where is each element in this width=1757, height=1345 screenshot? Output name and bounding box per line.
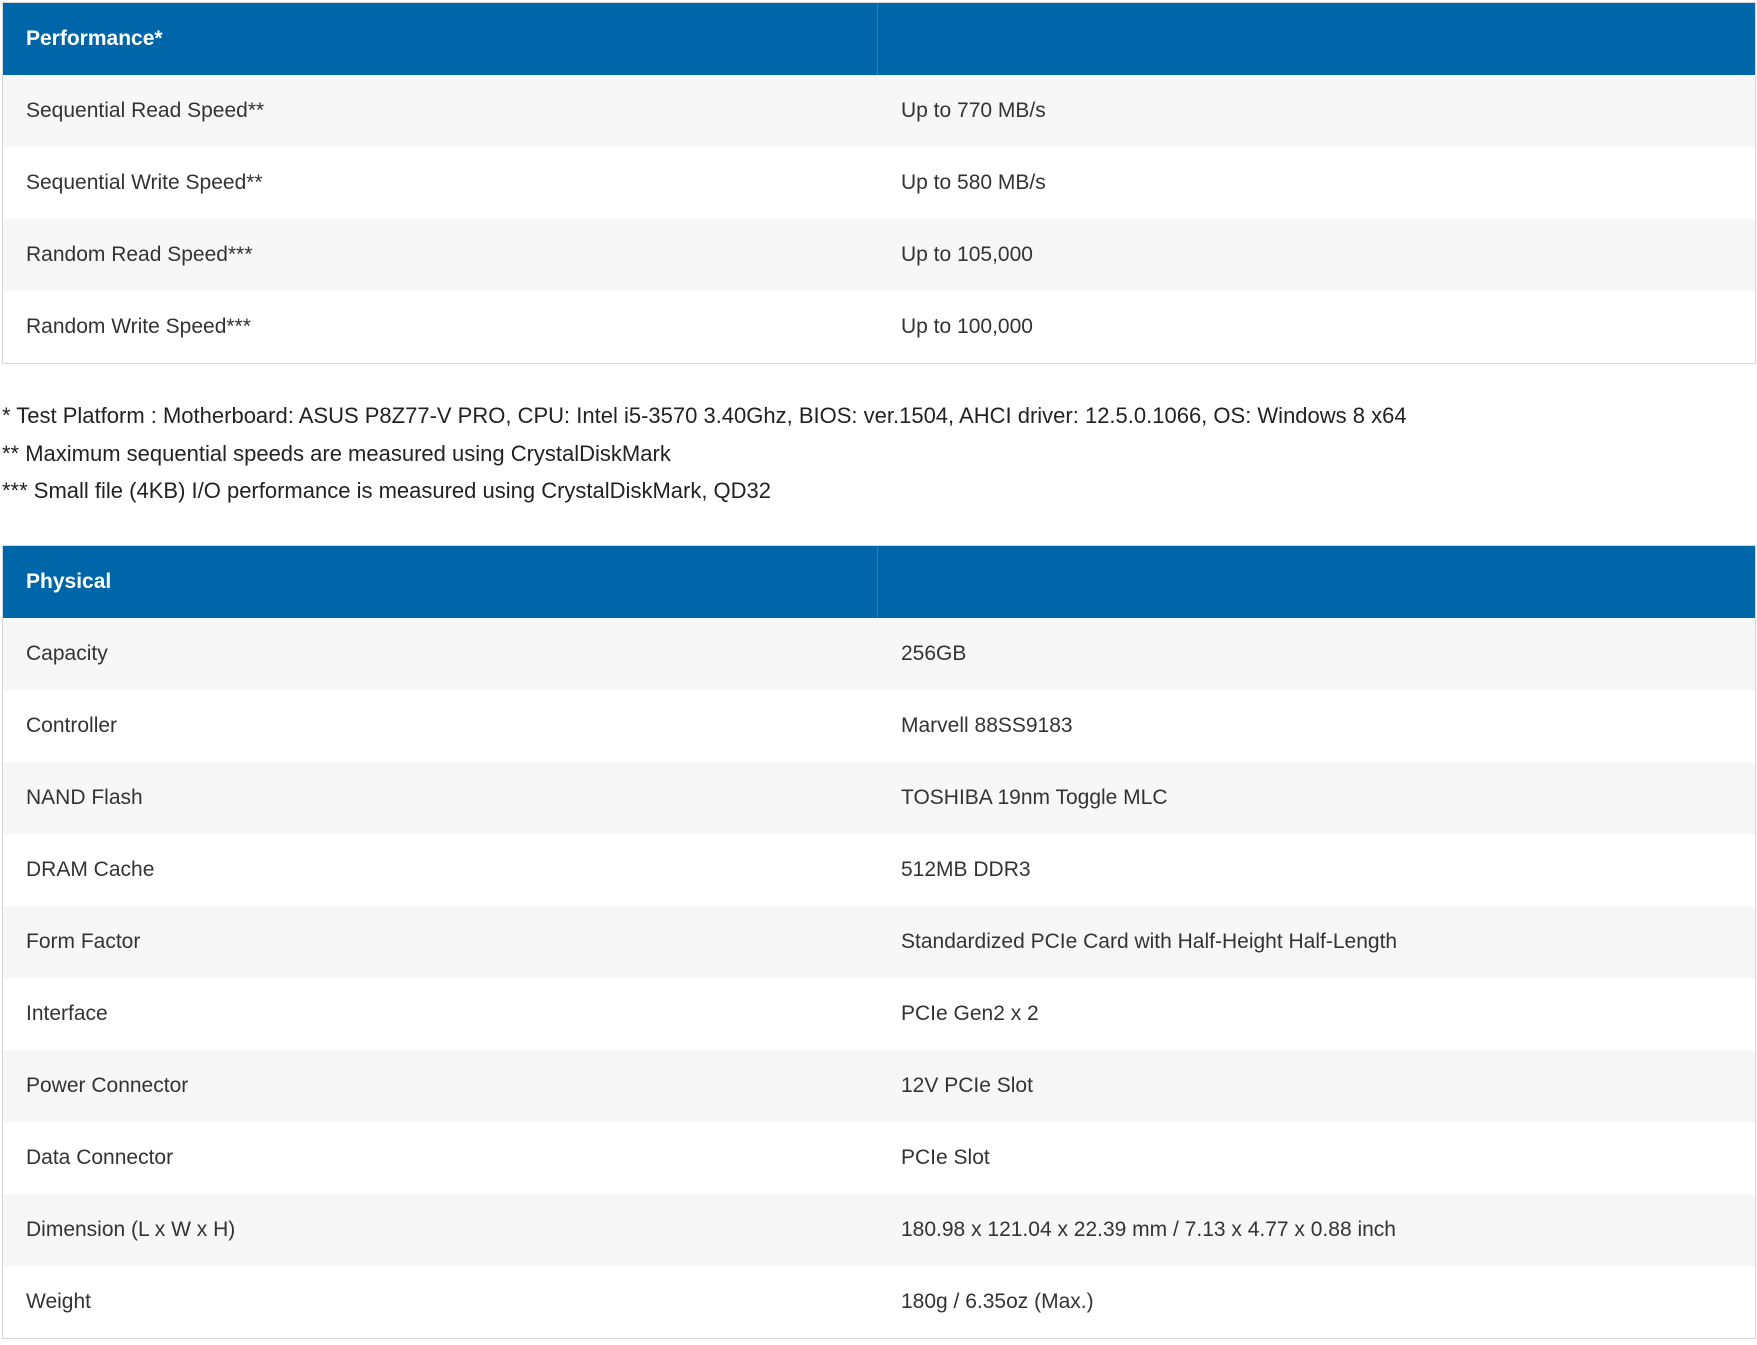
table-row: Data Connector PCIe Slot — [3, 1121, 1755, 1194]
physical-header-row: Physical — [3, 545, 1755, 618]
spec-value: 180g / 6.35oz (Max.) — [901, 1289, 1094, 1313]
table-row: Capacity 256GB — [3, 617, 1755, 690]
table-row: Sequential Read Speed** Up to 770 MB/s — [3, 75, 1755, 147]
spec-label: Form Factor — [26, 929, 141, 953]
table-row: Random Write Speed*** Up to 100,000 — [3, 291, 1755, 363]
footnote-test-platform: * Test Platform : Motherboard: ASUS P8Z7… — [2, 403, 1407, 428]
table-row: Weight 180g / 6.35oz (Max.) — [3, 1265, 1755, 1338]
table-row: DRAM Cache 512MB DDR3 — [3, 833, 1755, 906]
spec-value: 512MB DDR3 — [901, 857, 1031, 881]
table-row: Random Read Speed*** Up to 105,000 — [3, 219, 1755, 291]
spec-label: Sequential Write Speed** — [26, 171, 263, 194]
spec-label: Sequential Read Speed** — [26, 99, 265, 122]
spec-label: Weight — [26, 1289, 91, 1313]
table-row: Controller Marvell 88SS9183 — [3, 689, 1755, 762]
physical-header-empty — [878, 546, 1755, 618]
spec-label: Interface — [26, 1001, 108, 1025]
spec-value: PCIe Gen2 x 2 — [901, 1001, 1039, 1025]
spec-label: Capacity — [26, 641, 108, 665]
spec-label: Dimension (L x W x H) — [26, 1217, 236, 1241]
spec-label: NAND Flash — [26, 785, 143, 809]
spec-value: Standardized PCIe Card with Half-Height … — [901, 929, 1398, 953]
spec-value: Up to 105,000 — [901, 243, 1033, 266]
performance-header: Performance* — [3, 3, 878, 75]
spec-label: DRAM Cache — [26, 857, 155, 881]
performance-header-row: Performance* — [3, 3, 1755, 75]
spec-value: 180.98 x 121.04 x 22.39 mm / 7.13 x 4.77… — [901, 1217, 1396, 1241]
spec-label: Data Connector — [26, 1145, 174, 1169]
spec-label: Random Write Speed*** — [26, 315, 251, 338]
table-row: Form Factor Standardized PCIe Card with … — [3, 905, 1755, 978]
table-row: NAND Flash TOSHIBA 19nm Toggle MLC — [3, 761, 1755, 834]
table-row: Power Connector 12V PCIe Slot — [3, 1049, 1755, 1122]
spec-value: Up to 580 MB/s — [901, 171, 1046, 194]
footnotes: * Test Platform : Motherboard: ASUS P8Z7… — [0, 397, 1757, 510]
table-row: Interface PCIe Gen2 x 2 — [3, 977, 1755, 1050]
physical-table: Physical Capacity 256GB Controller Marve… — [2, 544, 1756, 1339]
spec-value: TOSHIBA 19nm Toggle MLC — [901, 785, 1168, 809]
physical-header: Physical — [3, 545, 878, 618]
table-row: Sequential Write Speed** Up to 580 MB/s — [3, 147, 1755, 219]
performance-table: Performance* Sequential Read Speed** Up … — [2, 2, 1756, 364]
spec-value: 12V PCIe Slot — [901, 1073, 1033, 1097]
performance-header-empty — [878, 3, 1755, 75]
spec-value: 256GB — [901, 641, 967, 665]
spec-value: Up to 770 MB/s — [901, 99, 1046, 122]
footnote-sequential: ** Maximum sequential speeds are measure… — [2, 440, 671, 466]
table-row: Dimension (L x W x H) 180.98 x 121.04 x … — [3, 1193, 1755, 1266]
spec-label: Random Read Speed*** — [26, 243, 253, 266]
spec-value: Up to 100,000 — [901, 315, 1033, 338]
spec-label: Controller — [26, 713, 118, 737]
spec-value: PCIe Slot — [901, 1145, 990, 1169]
spec-label: Power Connector — [26, 1073, 189, 1097]
spec-value: Marvell 88SS9183 — [901, 713, 1073, 737]
footnote-random: *** Small file (4KB) I/O performance is … — [2, 478, 772, 503]
